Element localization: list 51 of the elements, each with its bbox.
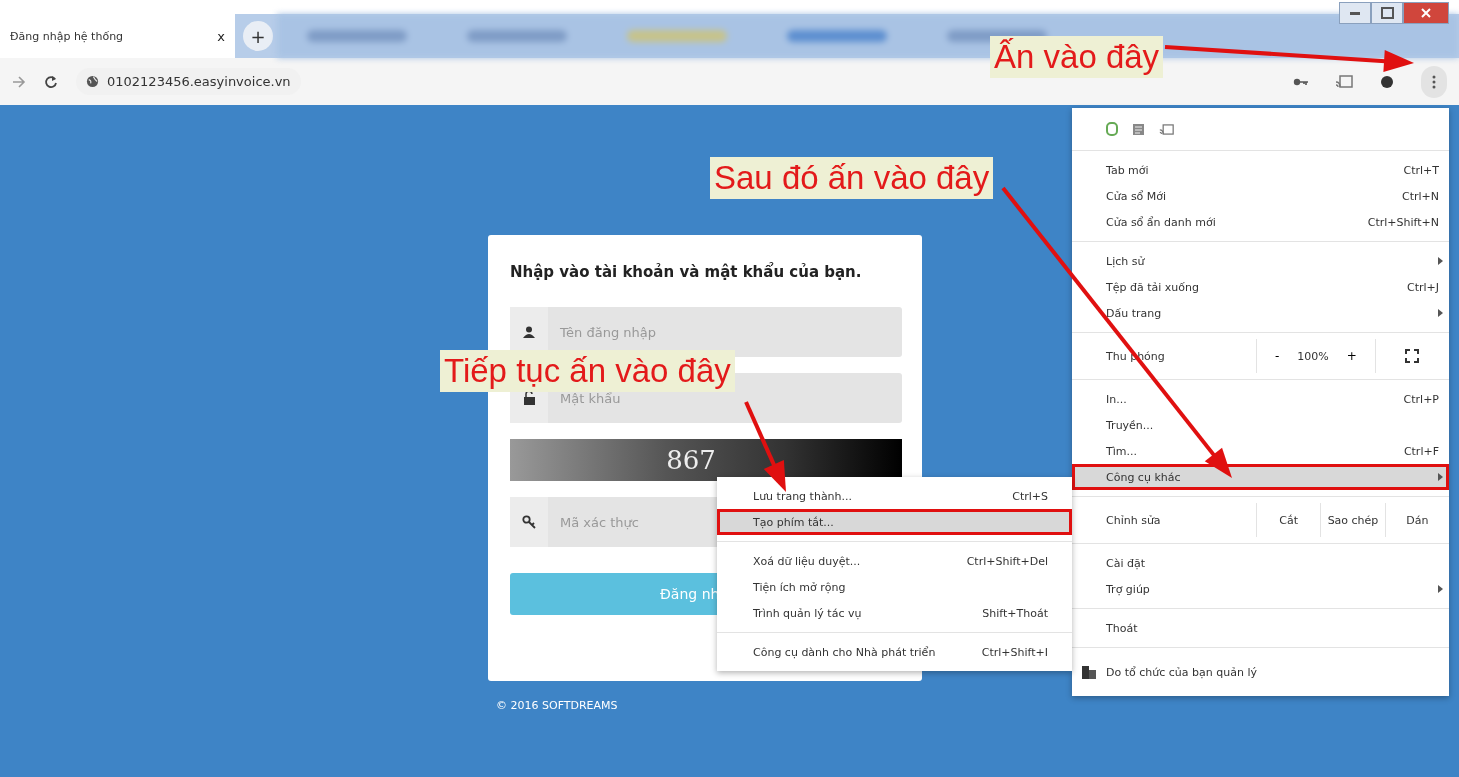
maximize-button[interactable]	[1371, 2, 1403, 24]
menu-item[interactable]: Cửa sổ ẩn danh mới Ctrl+Shift+N	[1072, 209, 1449, 235]
menu-item[interactable]: Công cụ dành cho Nhà phát triển Ctrl+Shift+I	[717, 639, 1072, 665]
close-icon	[1420, 8, 1432, 18]
zoom-level: 100%	[1297, 349, 1329, 363]
menu-item[interactable]: Tìm... Ctrl+F	[1072, 438, 1449, 464]
unlock-icon	[523, 391, 535, 405]
menu-item[interactable]: Công cụ khác	[1072, 464, 1449, 490]
managed-notice: Do tổ chức của bạn quản lý	[1106, 665, 1257, 679]
menu-item[interactable]: Tab mới Ctrl+T	[1072, 157, 1449, 183]
edit-label: Chỉnh sửa	[1106, 513, 1162, 527]
zoom-out-button[interactable]: -	[1271, 349, 1284, 363]
menu-button[interactable]	[1421, 65, 1447, 98]
instruction-tooltip: Tiếp tục ấn vào đây	[440, 350, 735, 392]
minimize-button[interactable]	[1339, 2, 1371, 24]
menu-item[interactable]: In... Ctrl+P	[1072, 386, 1449, 412]
menu-item[interactable]: Cài đặt	[1072, 550, 1449, 576]
address-field[interactable]: 0102123456.easyinvoice.vn	[76, 68, 301, 95]
close-button[interactable]	[1403, 2, 1449, 24]
menu-item[interactable]: Truyền...	[1072, 412, 1449, 438]
menu-item[interactable]: Tệp đã tải xuống Ctrl+J	[1072, 274, 1449, 300]
cast-icon[interactable]	[1159, 122, 1174, 136]
login-heading: Nhập vào tài khoản và mật khẩu của bạn.	[510, 263, 863, 281]
edit-action-button[interactable]: Sao chép	[1320, 503, 1385, 537]
close-tab-icon[interactable]: x	[217, 28, 225, 44]
key-icon[interactable]	[1293, 76, 1309, 87]
reload-icon[interactable]	[44, 74, 58, 89]
menu-item[interactable]: Dấu trang	[1072, 300, 1449, 326]
key-icon	[522, 515, 536, 529]
menu-item[interactable]: Tạo phím tắt...	[717, 509, 1072, 535]
instruction-tooltip: Ấn vào đây	[990, 36, 1164, 78]
edit-action-button[interactable]: Cắt	[1256, 503, 1321, 537]
captcha-image: 867	[510, 439, 902, 481]
cast-icon[interactable]	[1335, 74, 1353, 89]
menu-item[interactable]: Lịch sử	[1072, 248, 1449, 274]
edit-action-button[interactable]: Dán	[1384, 503, 1449, 537]
menu-item[interactable]: Cửa sổ Mới Ctrl+N	[1072, 183, 1449, 209]
fullscreen-icon[interactable]	[1405, 349, 1420, 363]
menu-item[interactable]: Xoá dữ liệu duyệt... Ctrl+Shift+Del	[717, 548, 1072, 574]
new-tab-button[interactable]: +	[243, 21, 273, 51]
forward-icon[interactable]	[12, 75, 26, 88]
user-icon	[523, 326, 535, 338]
browser-tab[interactable]: Đăng nhập hệ thống x	[0, 14, 235, 58]
globe-icon	[86, 75, 99, 88]
more-icon	[1432, 74, 1436, 89]
copyright-text: © 2016 SOFTDREAMS	[496, 699, 619, 712]
building-icon	[1082, 665, 1096, 679]
menu-item[interactable]: Thoát	[1072, 615, 1449, 641]
zoom-in-button[interactable]: +	[1342, 349, 1361, 363]
menu-item[interactable]: Trợ giúp	[1072, 576, 1449, 602]
instruction-tooltip: Sau đó ấn vào đây	[710, 157, 994, 199]
